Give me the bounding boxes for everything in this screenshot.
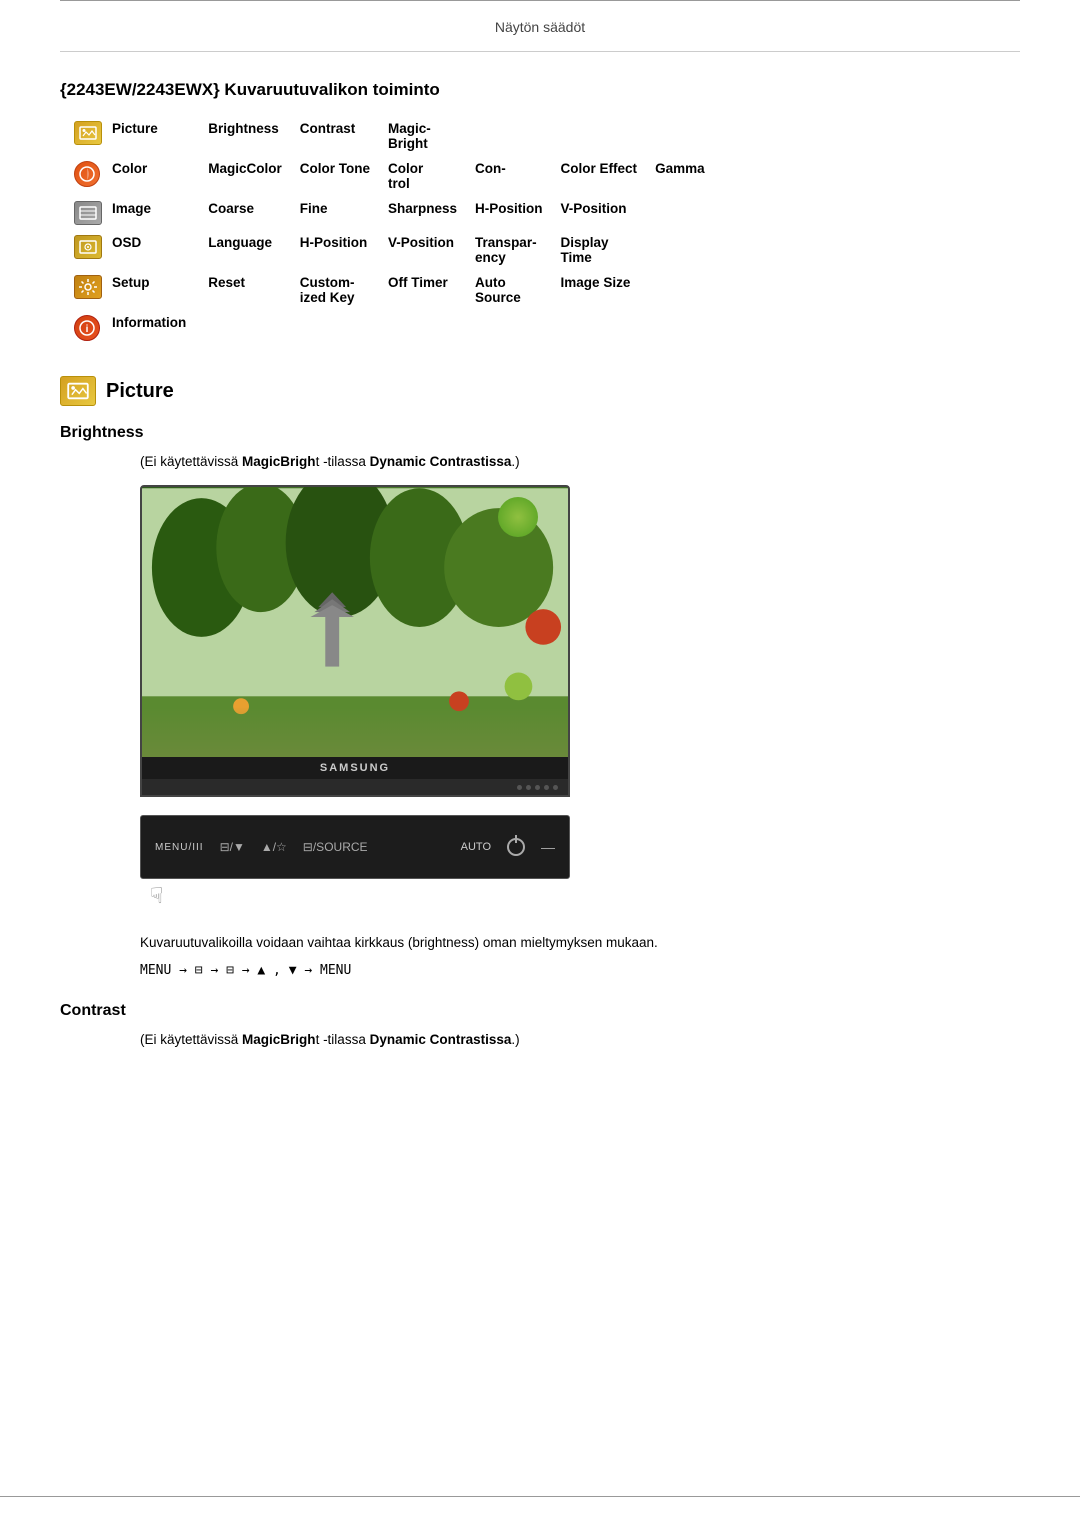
dot4 xyxy=(544,785,549,790)
dot2 xyxy=(526,785,531,790)
image-label: Image xyxy=(108,196,204,230)
customizedkey-item: Custom-ized Key xyxy=(296,270,384,310)
dot1 xyxy=(517,785,522,790)
contrast-note-bold1: MagicBrigh xyxy=(242,1032,316,1047)
fine-item: Fine xyxy=(296,196,384,230)
setup-label: Setup xyxy=(108,270,204,310)
dot3 xyxy=(535,785,540,790)
color-icon-cell xyxy=(70,156,108,196)
osd-btn2: ▲/☆ xyxy=(261,840,287,854)
image-icon xyxy=(74,201,102,225)
offtimer-item: Off Timer xyxy=(384,270,471,310)
picture-label: Picture xyxy=(108,116,204,156)
vposition-item: V-Position xyxy=(557,196,652,230)
monitor-brand-bar: SAMSUNG xyxy=(142,757,568,779)
picture-icon-cell xyxy=(70,116,108,156)
color-icon xyxy=(74,161,100,187)
monitor-bottom-bar xyxy=(142,779,568,795)
brightness-item: Brightness xyxy=(204,116,296,156)
top-rule xyxy=(60,0,1020,1)
magicbright-item: Magic-Bright xyxy=(384,116,471,156)
image-icon-cell xyxy=(70,196,108,230)
contrast-note-middle: t -tilassa xyxy=(316,1032,370,1047)
autosource-item: AutoSource xyxy=(471,270,557,310)
colortone-item: Color Tone xyxy=(296,156,384,196)
page-container: Näytön säädöt {2243EW/2243EWX} Kuvaruutu… xyxy=(0,0,1080,1527)
note-bold1: MagicBrigh xyxy=(242,454,316,469)
contrast-note-bold2: Dynamic Contrastissa xyxy=(370,1032,512,1047)
osd-icon xyxy=(74,235,102,259)
coloreffect-item: Color Effect xyxy=(557,156,652,196)
gamma-item: Gamma xyxy=(651,156,719,196)
picture-icon xyxy=(74,121,102,145)
osd-auto-label: AUTO xyxy=(461,841,491,853)
brightness-note: (Ei käytettävissä MagicBright -tilassa D… xyxy=(140,454,1020,469)
reset-item: Reset xyxy=(204,270,296,310)
menu-table: Picture Brightness Contrast Magic-Bright… xyxy=(70,116,719,346)
hand-cursor-icon: ☟ xyxy=(150,883,163,908)
table-row: i Information xyxy=(70,310,719,346)
osd-bar: MENU/III ⊟/▼ ▲/☆ ⊟/SOURCE AUTO — xyxy=(140,815,570,879)
color-trol-item: Colortrol xyxy=(384,156,471,196)
con-item: Con- xyxy=(471,156,557,196)
color-label: Color xyxy=(108,156,204,196)
picture-section-header: Picture xyxy=(60,376,1020,406)
monitor-screen xyxy=(142,487,568,757)
picture-section-icon xyxy=(60,376,96,406)
info-icon: i xyxy=(74,315,100,341)
setup-icon-cell xyxy=(70,270,108,310)
imagesize-item: Image Size xyxy=(557,270,652,310)
osd-label: OSD xyxy=(108,230,204,270)
setup-icon xyxy=(74,275,102,299)
hposition2-item: H-Position xyxy=(296,230,384,270)
contrast-note-suffix: .) xyxy=(511,1032,519,1047)
svg-text:i: i xyxy=(86,324,89,335)
language-item: Language xyxy=(204,230,296,270)
osd-dash: — xyxy=(541,839,555,855)
page-title-text: Näytön säädöt xyxy=(495,19,585,35)
contrast-note: (Ei käytettävissä MagicBright -tilassa D… xyxy=(140,1032,1020,1047)
info-icon-cell: i xyxy=(70,310,108,346)
coarse-item: Coarse xyxy=(204,196,296,230)
note-middle: t -tilassa xyxy=(316,454,370,469)
main-heading: {2243EW/2243EWX} Kuvaruutuvalikon toimin… xyxy=(60,80,1020,100)
displaytime-item: DisplayTime xyxy=(557,230,652,270)
page-title: Näytön säädöt xyxy=(60,9,1020,52)
table-row: Picture Brightness Contrast Magic-Bright xyxy=(70,116,719,156)
monitor-mock: SAMSUNG xyxy=(140,485,570,797)
osd-btn3: ⊟/SOURCE xyxy=(303,840,368,854)
brand-text: SAMSUNG xyxy=(320,762,390,774)
table-row: Color MagicColor Color Tone Colortrol Co… xyxy=(70,156,719,196)
picture-section-title: Picture xyxy=(106,380,174,403)
note-prefix: (Ei käytettävissä xyxy=(140,454,242,469)
osd-power-btn xyxy=(507,838,525,856)
note-bold2: Dynamic Contrastissa xyxy=(370,454,512,469)
contrast-item: Contrast xyxy=(296,116,384,156)
contrast-heading: Contrast xyxy=(60,1002,1020,1020)
table-row: OSD Language H-Position V-Position Trans… xyxy=(70,230,719,270)
hposition-item: H-Position xyxy=(471,196,557,230)
osd-bar-container: MENU/III ⊟/▼ ▲/☆ ⊟/SOURCE AUTO — ☟ xyxy=(140,815,1020,909)
note-suffix: .) xyxy=(511,454,519,469)
brightness-heading: Brightness xyxy=(60,424,1020,442)
osd-menu-label: MENU/III xyxy=(155,842,204,853)
table-row: Setup Reset Custom-ized Key Off Timer Au… xyxy=(70,270,719,310)
sharpness-item: Sharpness xyxy=(384,196,471,230)
brightness-menu-path: MENU → ⊟ → ⊟ → ▲ , ▼ → MENU xyxy=(140,963,1020,978)
vposition2-item: V-Position xyxy=(384,230,471,270)
contrast-note-prefix: (Ei käytettävissä xyxy=(140,1032,242,1047)
bottom-rule xyxy=(0,1496,1080,1497)
monitor-image-container: SAMSUNG xyxy=(140,485,1020,797)
osd-icon-cell xyxy=(70,230,108,270)
osd-btn1: ⊟/▼ xyxy=(220,840,245,854)
brightness-description: Kuvaruutuvalikoilla voidaan vaihtaa kirk… xyxy=(140,933,1020,953)
table-row: Image Coarse Fine Sharpness H-Position V… xyxy=(70,196,719,230)
information-label: Information xyxy=(108,310,204,346)
dot5 xyxy=(553,785,558,790)
magiccolor-item: MagicColor xyxy=(204,156,296,196)
transparency-item: Transpar-ency xyxy=(471,230,557,270)
